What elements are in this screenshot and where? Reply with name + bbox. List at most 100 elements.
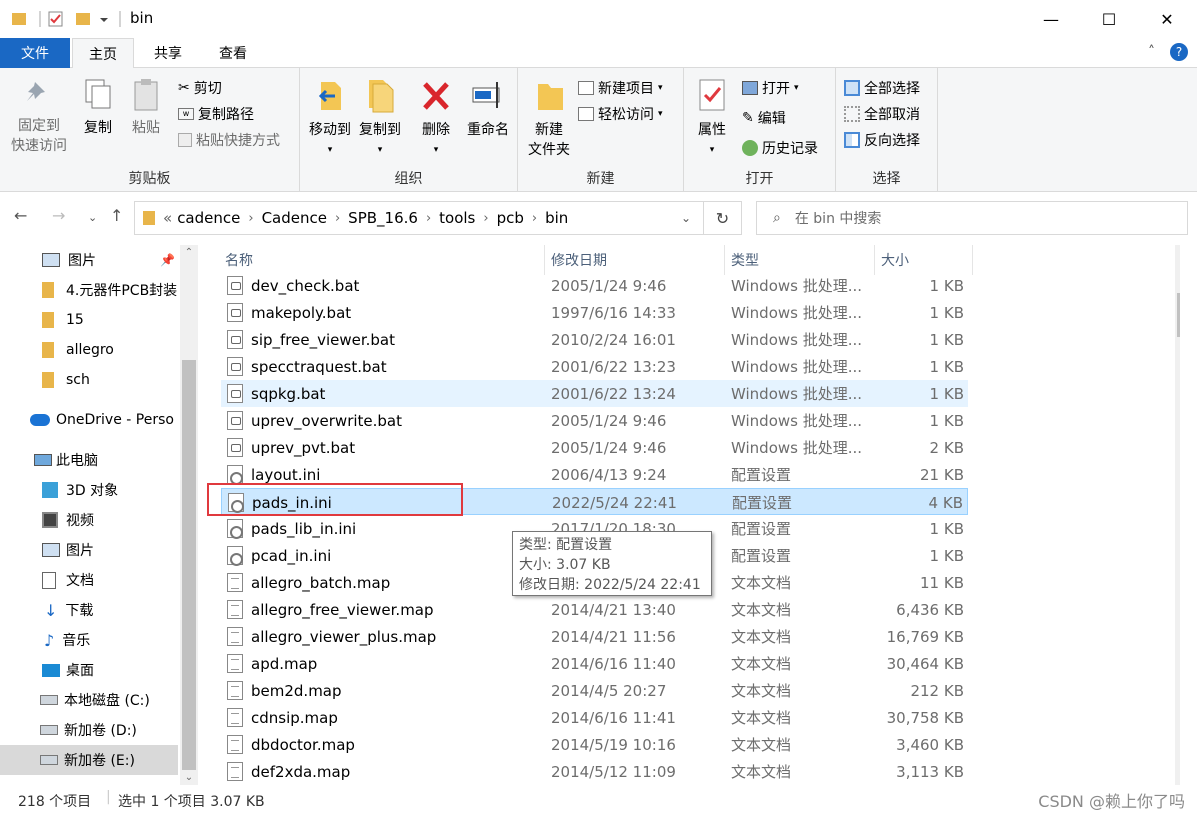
nav-item-folder-4[interactable]: 4.元器件PCB封装 [0, 275, 178, 305]
open-group: 属性 ▾ 打开 ▾ ✎ 编辑 历史记录 打开 [684, 68, 836, 192]
file-date: 2014/6/16 11:41 [551, 708, 676, 727]
tab-view[interactable]: 查看 [202, 38, 264, 68]
nav-item-drive-c[interactable]: 本地磁盘 (C:) [0, 685, 178, 715]
drive-icon [40, 695, 58, 705]
address-bar[interactable]: « cadence › Cadence › SPB_16.6 › tools › pcb… [134, 201, 704, 235]
breadcrumb-separator-icon[interactable]: › [532, 211, 537, 226]
file-row[interactable]: dbdoctor.map 2014/5/19 10:16 文本文档 3,460 KB [221, 731, 968, 758]
breadcrumb-separator-icon[interactable]: › [483, 211, 488, 226]
select-all-button[interactable]: 全部选择 [844, 78, 920, 98]
column-header-date-label: 修改日期 [551, 253, 607, 269]
nav-item-drive-e[interactable]: 新加卷 (E:) [0, 745, 178, 775]
column-header-size[interactable]: 大小 [875, 245, 973, 275]
breadcrumb-separator-icon[interactable]: › [248, 211, 253, 226]
copy-path-button[interactable]: w 复制路径 [178, 104, 254, 124]
properties-button[interactable]: 属性 ▾ [690, 78, 734, 160]
cut-button[interactable]: ✂ 剪切 [178, 78, 222, 98]
file-date: 2014/4/21 13:40 [551, 600, 676, 619]
file-row[interactable]: specctraquest.bat 2001/6/22 13:23 Windows … [221, 353, 968, 380]
file-row[interactable]: sqpkg.bat 2001/6/22 13:24 Windows 批处理... 1 … [221, 380, 968, 407]
rename-button[interactable]: 重命名 [462, 78, 514, 140]
back-arrow-icon[interactable]: ← [14, 206, 27, 225]
refresh-button[interactable]: ↻ [704, 201, 742, 235]
nav-label: 3D 对象 [66, 483, 119, 499]
file-row[interactable]: cdnsip.map 2014/6/16 11:41 文本文档 30,758 KB [221, 704, 968, 731]
file-row[interactable]: apd.map 2014/6/16 11:40 文本文档 30,464 KB [221, 650, 968, 677]
history-button[interactable]: 历史记录 [742, 138, 818, 158]
overflow-chevron[interactable]: « [163, 209, 172, 227]
breadcrumb-separator-icon[interactable]: › [426, 211, 431, 226]
nav-item-documents[interactable]: 文档 [0, 565, 178, 595]
file-row[interactable]: sip_free_viewer.bat 2010/2/24 16:01 Window… [221, 326, 968, 353]
nav-item-onedrive[interactable]: OneDrive - Perso [0, 405, 178, 435]
nav-item-downloads[interactable]: ↓ 下载 [0, 595, 178, 625]
paste-shortcut-button[interactable]: 粘贴快捷方式 [178, 130, 280, 150]
file-list-scrollbar-thumb[interactable] [1177, 293, 1180, 337]
breadcrumb-tools[interactable]: tools [439, 209, 475, 227]
chevron-down-icon: ▾ [658, 109, 663, 119]
batch-file-icon [227, 384, 243, 403]
file-list-scrollbar[interactable]: ⌃ ⌄ [1175, 245, 1180, 785]
delete-button[interactable]: 删除 ▾ [416, 78, 456, 160]
forward-arrow-icon[interactable]: → [52, 206, 65, 225]
move-to-button[interactable]: 移动到 ▾ [306, 78, 354, 160]
paste-button[interactable]: 粘贴 [126, 78, 166, 138]
nav-item-pictures[interactable]: 图片 [0, 535, 178, 565]
nav-item-pictures-pinned[interactable]: 图片 📌 [0, 245, 178, 275]
file-row[interactable]: allegro_free_viewer.map 2014/4/21 13:40 文本… [221, 596, 968, 623]
folder-icon [143, 211, 155, 225]
file-date: 2006/4/13 9:24 [551, 465, 667, 484]
new-item-button[interactable]: 新建项目 ▾ [578, 78, 663, 98]
tab-home[interactable]: 主页 [72, 38, 134, 69]
nav-item-3d-objects[interactable]: 3D 对象 [0, 475, 178, 505]
breadcrumb-Cadence[interactable]: Cadence [262, 209, 327, 227]
maximize-button[interactable]: ☐ [1080, 0, 1138, 38]
file-row[interactable]: uprev_overwrite.bat 2005/1/24 9:46 Windows… [221, 407, 968, 434]
breadcrumb-pcb[interactable]: pcb [497, 209, 524, 227]
nav-item-desktop[interactable]: 桌面 [0, 655, 178, 685]
file-row[interactable]: uprev_pvt.bat 2005/1/24 9:46 Windows 批处理..… [221, 434, 968, 461]
text-file-icon [227, 735, 243, 754]
nav-item-drive-d[interactable]: 新加卷 (D:) [0, 715, 178, 745]
edit-button[interactable]: ✎ 编辑 [742, 108, 786, 128]
nav-item-videos[interactable]: 视频 [0, 505, 178, 535]
nav-scrollbar-thumb[interactable] [182, 360, 196, 770]
column-header-type[interactable]: 类型 ˄ [725, 245, 875, 275]
nav-item-allegro[interactable]: allegro [0, 335, 178, 365]
file-row[interactable]: makepoly.bat 1997/6/16 14:33 Windows 批处理..… [221, 299, 968, 326]
file-type: 文本文档 [731, 709, 792, 727]
nav-item-this-pc[interactable]: 此电脑 [0, 445, 178, 475]
file-row[interactable]: bem2d.map 2014/4/5 20:27 文本文档 212 KB [221, 677, 968, 704]
collapse-ribbon-icon[interactable]: ˄ [1148, 44, 1155, 60]
easy-access-button[interactable]: 轻松访问 ▾ [578, 104, 663, 124]
address-dropdown-icon[interactable]: ⌄ [681, 211, 691, 225]
breadcrumb-bin[interactable]: bin [545, 209, 568, 227]
column-header-date[interactable]: 修改日期 [545, 245, 725, 275]
nav-item-sch[interactable]: sch [0, 365, 178, 395]
open-button[interactable]: 打开 ▾ [742, 78, 799, 98]
nav-scrollbar[interactable]: ⌃ ⌄ [180, 245, 198, 785]
pin-quick-access-button[interactable]: 固定到 快速访问 [8, 78, 70, 156]
recent-locations-icon[interactable]: ⌄ [88, 211, 97, 224]
breadcrumb-separator-icon[interactable]: › [335, 211, 340, 226]
nav-item-folder-15[interactable]: 15 [0, 305, 178, 335]
search-input[interactable]: ⌕ 在 bin 中搜索 [756, 201, 1188, 235]
tab-share[interactable]: 共享 [138, 38, 198, 68]
close-button[interactable]: ✕ [1138, 0, 1196, 38]
select-none-button[interactable]: 全部取消 [844, 104, 920, 124]
breadcrumb-spb[interactable]: SPB_16.6 [348, 209, 418, 227]
breadcrumb-cadence[interactable]: cadence [177, 209, 240, 227]
minimize-button[interactable]: — [1022, 0, 1080, 38]
copy-button[interactable]: 复制 [78, 78, 118, 138]
nav-item-music[interactable]: ♪ 音乐 [0, 625, 178, 655]
up-arrow-icon[interactable]: ↑ [110, 206, 123, 225]
new-folder-button[interactable]: 新建 文件夹 [524, 78, 574, 160]
tab-file[interactable]: 文件 [0, 38, 70, 68]
help-icon[interactable]: ? [1170, 43, 1188, 61]
invert-selection-button[interactable]: 反向选择 [844, 130, 920, 150]
copy-to-button[interactable]: 复制到 ▾ [356, 78, 404, 160]
column-header-name[interactable]: 名称 [219, 245, 545, 275]
file-row[interactable]: allegro_viewer_plus.map 2014/4/21 11:56 文本… [221, 623, 968, 650]
file-row[interactable]: dev_check.bat 2005/1/24 9:46 Windows 批处理..… [221, 272, 968, 299]
file-row[interactable]: def2xda.map 2014/5/12 11:09 文本文档 3,113 KB [221, 758, 968, 785]
